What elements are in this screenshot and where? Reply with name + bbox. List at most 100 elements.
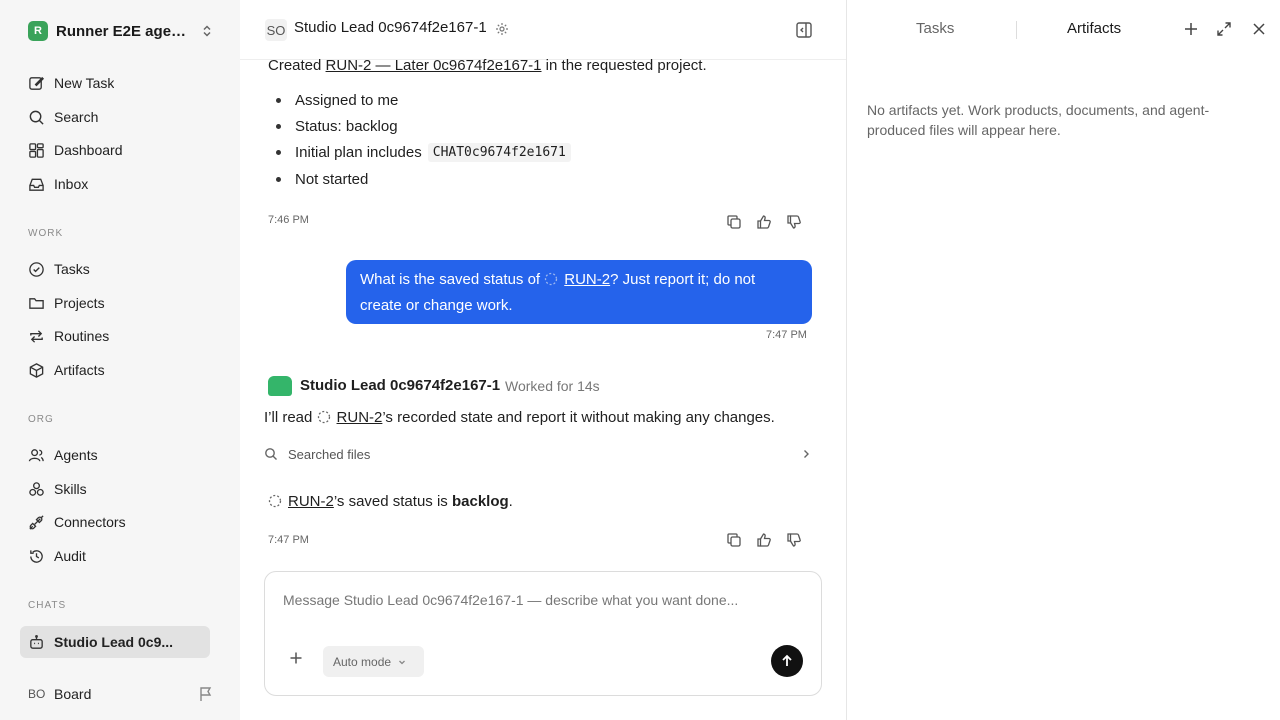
nav-label: Inbox (54, 176, 89, 192)
nav-connectors[interactable]: Connectors (20, 506, 210, 538)
sidebar: R Runner E2E agen... New Task Search Das… (0, 0, 240, 720)
workspace-logo: R (28, 21, 48, 41)
message-text: What is the saved status of (360, 271, 545, 288)
box-icon (29, 362, 44, 378)
bot-icon (30, 634, 43, 649)
history-icon (30, 549, 43, 563)
close-icon[interactable] (1251, 21, 1267, 37)
thumbs-up-icon[interactable] (756, 532, 772, 548)
chevron-down-icon (399, 660, 406, 664)
nav-routines[interactable]: Routines (20, 320, 210, 352)
list-item-text: Not started (295, 171, 369, 188)
nav-label: Routines (54, 328, 110, 344)
flag-icon[interactable] (198, 686, 214, 702)
message-text: ’s recorded state and report it without … (382, 409, 775, 426)
nav-dashboard[interactable]: Dashboard (20, 134, 210, 166)
nav-audit[interactable]: Audit (20, 540, 210, 572)
message-actions (726, 532, 802, 548)
thumbs-up-icon[interactable] (756, 214, 772, 230)
worked-duration: Worked for 14s (505, 378, 600, 394)
message-text: . (508, 493, 513, 510)
tab-tasks[interactable]: Tasks (916, 20, 954, 37)
sender-name: Studio Lead 0c9674f2e167-1 (300, 377, 501, 394)
search-icon (265, 448, 277, 460)
nav-label: Artifacts (54, 362, 105, 378)
right-panel: Tasks Artifacts No artifacts yet. Work p… (846, 0, 1280, 720)
search-icon (29, 110, 44, 125)
section-org: ORG (28, 414, 54, 425)
empty-state-text: No artifacts yet. Work products, documen… (867, 102, 1210, 138)
repeat-icon (30, 329, 43, 343)
thumbs-down-icon[interactable] (786, 214, 802, 230)
list-item-text: Initial plan includes (295, 144, 422, 161)
nav-agents[interactable]: Agents (20, 439, 210, 471)
message-text: ’s saved status is (333, 493, 452, 510)
user-name: Board (54, 686, 92, 702)
nav-skills[interactable]: Skills (20, 473, 210, 505)
skills-icon (29, 481, 44, 496)
chat-transcript: Created RUN-2 — Later 0c9674f2e167-1 in … (240, 57, 846, 720)
message-text: Created (268, 57, 326, 74)
loading-circle-icon (268, 494, 282, 512)
tab-artifacts[interactable]: Artifacts (1067, 20, 1121, 37)
nav-inbox[interactable]: Inbox (20, 168, 210, 200)
chat-title: Studio Lead 0c9674f2e167-1 (294, 19, 487, 36)
mode-selector[interactable]: Auto mode (323, 646, 424, 677)
copy-icon[interactable] (726, 532, 742, 548)
copy-icon[interactable] (726, 214, 742, 230)
chat-label: Studio Lead 0c9... (54, 634, 174, 650)
task-link-run-2[interactable]: RUN-2 (288, 493, 334, 510)
nav-tasks[interactable]: Tasks (20, 253, 210, 285)
message-timestamp: 7:47 PM (766, 329, 807, 341)
arrow-up-icon (782, 654, 792, 666)
status-value: backlog (451, 493, 509, 510)
nav-label: Agents (54, 447, 98, 463)
users-icon (28, 448, 44, 461)
message-actions (726, 214, 802, 230)
tab-divider (1016, 21, 1017, 39)
chevron-updown-icon (200, 24, 214, 38)
message-timestamp: 7:47 PM (268, 534, 309, 546)
attach-plus-icon[interactable] (289, 651, 303, 670)
agent-badge: SO (265, 19, 287, 41)
nav-label: Audit (54, 548, 86, 564)
nav-new-task[interactable]: New Task (20, 67, 210, 99)
message-input[interactable]: Message Studio Lead 0c9674f2e167-1 — des… (283, 592, 738, 608)
chat-item-studio-lead[interactable]: Studio Lead 0c9... (20, 626, 210, 658)
folder-icon (29, 297, 44, 309)
task-link-run-2[interactable]: RUN-2 — Later 0c9674f2e167-1 (326, 57, 542, 74)
nav-artifacts[interactable]: Artifacts (20, 354, 210, 386)
list-item-text: Status: backlog (295, 118, 398, 135)
nav-label: Dashboard (54, 142, 123, 158)
agent-avatar (268, 376, 292, 396)
plus-icon[interactable] (1183, 21, 1199, 37)
nav-search[interactable]: Search (20, 101, 210, 133)
user-menu[interactable]: BO Board (28, 683, 214, 705)
gear-icon[interactable] (495, 22, 509, 41)
list-item-text: Assigned to me (295, 92, 399, 109)
message-text: I’ll read (264, 409, 317, 426)
chat-header: SO Studio Lead 0c9674f2e167-1 (240, 0, 846, 60)
nav-label: Projects (54, 295, 105, 311)
send-button[interactable] (771, 645, 803, 677)
task-link-run-2[interactable]: RUN-2 (564, 271, 610, 288)
panel-toggle-icon[interactable] (795, 21, 813, 44)
nav-label: Skills (54, 481, 87, 497)
nav-projects[interactable]: Projects (20, 287, 210, 319)
message-composer: Message Studio Lead 0c9674f2e167-1 — des… (264, 571, 822, 696)
chevron-right-icon (800, 448, 812, 460)
thumbs-down-icon[interactable] (786, 532, 802, 548)
list-item: Initial plan includes CHAT0c9674f2e1671 (276, 143, 676, 162)
loading-circle-icon (544, 270, 558, 294)
agent-answer: RUN-2’s saved status is backlog. (268, 493, 513, 512)
loading-circle-icon (317, 410, 331, 428)
expand-icon[interactable] (1216, 21, 1232, 37)
task-link-run-2[interactable]: RUN-2 (337, 409, 383, 426)
section-work: WORK (28, 228, 64, 239)
message-timestamp: 7:46 PM (268, 214, 309, 226)
section-chats: CHATS (28, 600, 67, 611)
workspace-switcher[interactable]: R Runner E2E agen... (28, 20, 214, 42)
user-message: What is the saved status of RUN-2? Just … (346, 260, 812, 324)
mode-label: Auto mode (333, 654, 392, 669)
tool-call-row[interactable]: Searched files (264, 444, 812, 464)
